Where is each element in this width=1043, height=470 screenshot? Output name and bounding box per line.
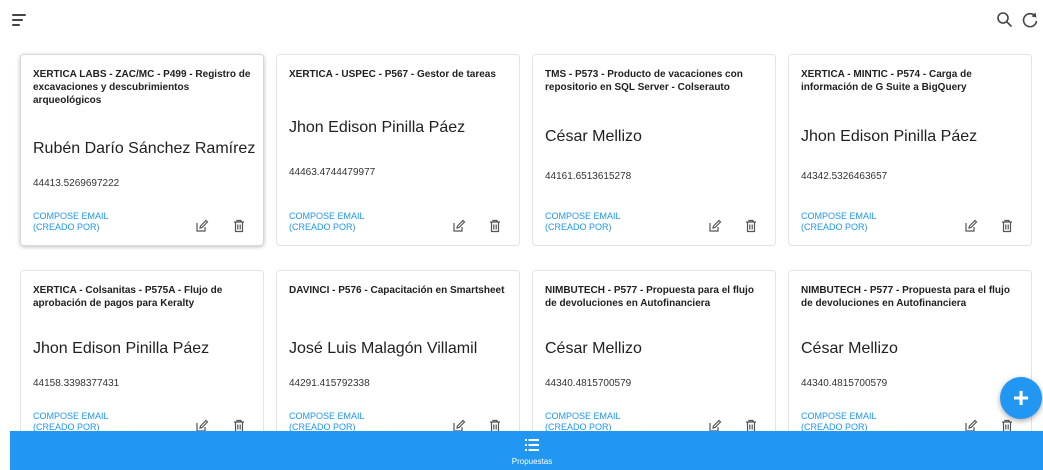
- trash-icon[interactable]: [232, 219, 246, 233]
- card-number: 44342.5326463657: [801, 171, 888, 182]
- card-title: XERTICA - USPEC - P567 - Gestor de tarea…: [289, 69, 496, 80]
- creado-por-label: (CREADO POR): [801, 222, 868, 232]
- trash-icon[interactable]: [488, 219, 502, 233]
- card-person-name: José Luis Malagón Villamil: [289, 340, 478, 357]
- trash-icon[interactable]: [1000, 219, 1014, 233]
- edit-icon[interactable]: [452, 219, 466, 233]
- proposal-card[interactable]: DAVINCI - P576 - Capacitación en Smartsh…: [276, 270, 520, 440]
- card-title: XERTICA LABS - ZAC/MC - P499 - Registro …: [33, 69, 251, 106]
- card-person-name: César Mellizo: [545, 340, 642, 357]
- nav-item-label: Propuestas: [511, 457, 553, 466]
- compose-email-label: COMPOSE EMAIL: [289, 411, 365, 421]
- compose-email-label: COMPOSE EMAIL: [33, 211, 109, 221]
- card-title: NIMBUTECH - P577 - Propuesta para el flu…: [801, 285, 1010, 309]
- add-button[interactable]: +: [1000, 377, 1042, 419]
- card-person-name: Rubén Darío Sánchez Ramírez: [33, 140, 256, 157]
- card-title: NIMBUTECH - P577 - Propuesta para el flu…: [545, 285, 754, 309]
- card-number: 44340.4815700579: [801, 378, 888, 389]
- compose-email-label: COMPOSE EMAIL: [33, 411, 109, 421]
- edit-icon[interactable]: [964, 219, 978, 233]
- compose-email-link[interactable]: COMPOSE EMAIL (CREADO POR): [545, 411, 621, 433]
- trash-icon[interactable]: [744, 219, 758, 233]
- list-icon: [525, 439, 539, 451]
- compose-email-link[interactable]: COMPOSE EMAIL (CREADO POR): [33, 411, 109, 433]
- card-number: 44161.6513615278: [545, 171, 632, 182]
- card-number: 44413.5269697222: [33, 178, 120, 189]
- compose-email-link[interactable]: COMPOSE EMAIL (CREADO POR): [33, 211, 109, 233]
- compose-email-link[interactable]: COMPOSE EMAIL (CREADO POR): [801, 211, 877, 233]
- proposal-card[interactable]: XERTICA - MINTIC - P574 - Carga de infor…: [788, 54, 1032, 246]
- card-title: TMS - P573 - Producto de vacaciones con …: [545, 69, 743, 93]
- compose-email-label: COMPOSE EMAIL: [545, 211, 621, 221]
- card-number: 44291.415792338: [289, 378, 370, 389]
- proposal-card[interactable]: TMS - P573 - Producto de vacaciones con …: [532, 54, 776, 246]
- card-person-name: Jhon Edison Pinilla Páez: [801, 128, 978, 145]
- card-number: 44158.3398377431: [33, 378, 120, 389]
- compose-email-label: COMPOSE EMAIL: [545, 411, 621, 421]
- proposal-card[interactable]: XERTICA - Colsanitas - P575A - Flujo de …: [20, 270, 264, 440]
- compose-email-link[interactable]: COMPOSE EMAIL (CREADO POR): [545, 211, 621, 233]
- compose-email-link[interactable]: COMPOSE EMAIL (CREADO POR): [289, 411, 365, 433]
- card-person-name: César Mellizo: [801, 340, 898, 357]
- compose-email-label: COMPOSE EMAIL: [801, 211, 877, 221]
- card-person-name: César Mellizo: [545, 128, 642, 145]
- card-person-name: Jhon Edison Pinilla Páez: [33, 340, 210, 357]
- edit-icon[interactable]: [708, 219, 722, 233]
- compose-email-label: COMPOSE EMAIL: [801, 411, 877, 421]
- bottom-navigation: Propuestas: [10, 431, 1043, 470]
- card-grid: XERTICA LABS - ZAC/MC - P499 - Registro …: [0, 0, 1043, 470]
- card-number: 44340.4815700579: [545, 378, 632, 389]
- creado-por-label: (CREADO POR): [289, 222, 356, 232]
- card-title: XERTICA - MINTIC - P574 - Carga de infor…: [801, 69, 972, 93]
- proposal-card[interactable]: XERTICA LABS - ZAC/MC - P499 - Registro …: [20, 54, 264, 246]
- edit-icon[interactable]: [195, 219, 209, 233]
- compose-email-label: COMPOSE EMAIL: [289, 211, 365, 221]
- proposal-card[interactable]: NIMBUTECH - P577 - Propuesta para el flu…: [532, 270, 776, 440]
- card-number: 44463.4744479977: [289, 167, 376, 178]
- card-person-name: Jhon Edison Pinilla Páez: [289, 119, 466, 136]
- proposal-card[interactable]: XERTICA - USPEC - P567 - Gestor de tarea…: [276, 54, 520, 246]
- creado-por-label: (CREADO POR): [33, 222, 100, 232]
- proposal-card[interactable]: NIMBUTECH - P577 - Propuesta para el flu…: [788, 270, 1032, 440]
- compose-email-link[interactable]: COMPOSE EMAIL (CREADO POR): [289, 211, 365, 233]
- compose-email-link[interactable]: COMPOSE EMAIL (CREADO POR): [801, 411, 877, 433]
- nav-item-propuestas[interactable]: Propuestas: [510, 438, 554, 466]
- card-title: DAVINCI - P576 - Capacitación en Smartsh…: [289, 285, 505, 296]
- add-icon: +: [1012, 382, 1030, 413]
- creado-por-label: (CREADO POR): [545, 222, 612, 232]
- card-title: XERTICA - Colsanitas - P575A - Flujo de …: [33, 285, 223, 309]
